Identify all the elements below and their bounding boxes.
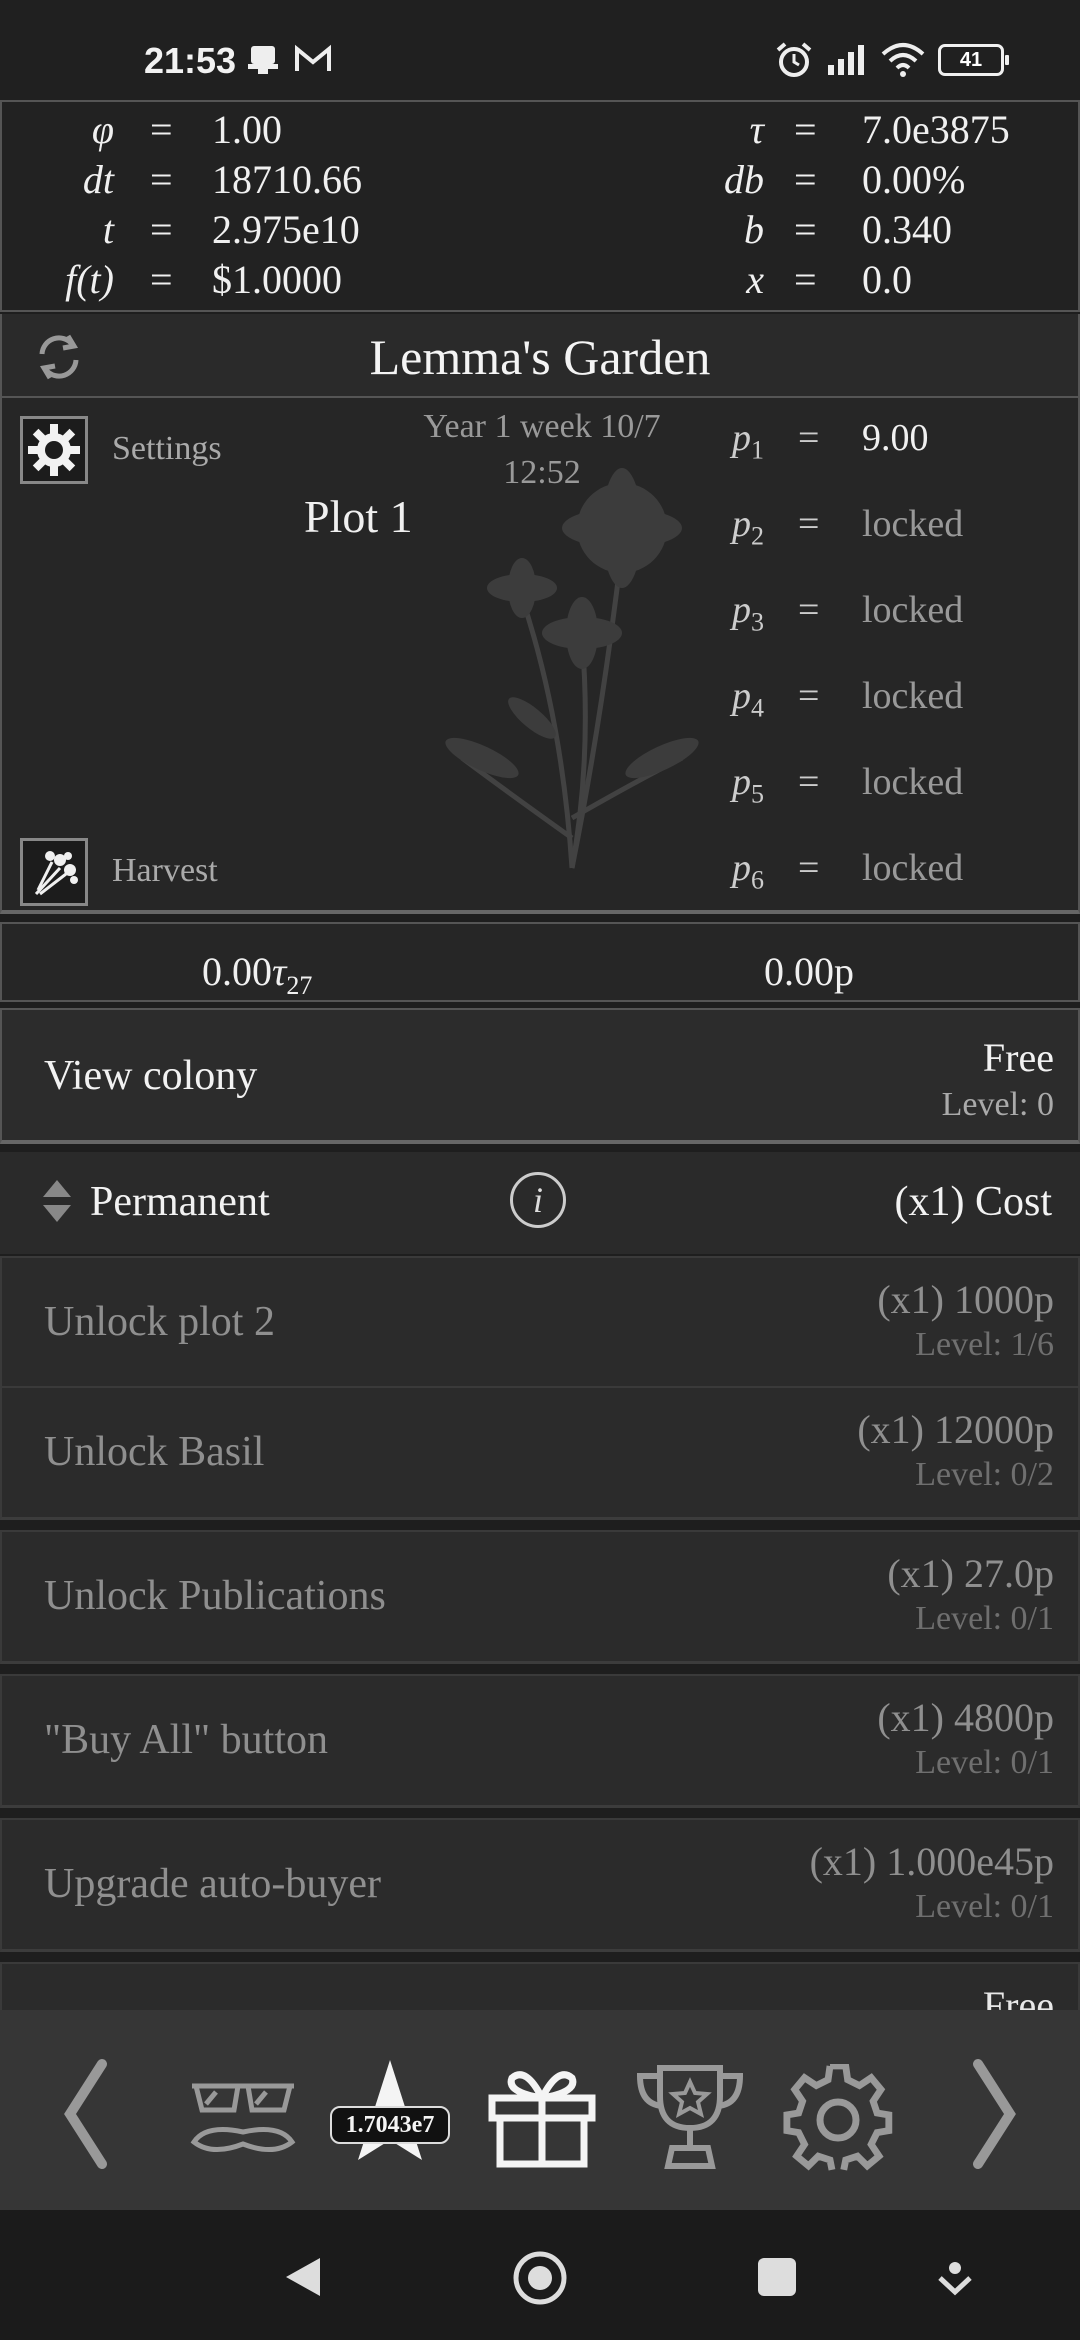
upgrade-row[interactable]: Unlock plot 2 (x1) 1000p Level: 1/6: [0, 1256, 1080, 1390]
upgrade-price: (x1) 4800p: [877, 1695, 1054, 1740]
upgrade-row[interactable]: Unlock Basil (x1) 12000p Level: 0/2: [0, 1386, 1080, 1520]
plot-title: Plot 1: [304, 491, 413, 542]
upgrade-name: Unlock Basil: [44, 1429, 265, 1475]
upgrade-row[interactable]: Upgrade auto-buyer (x1) 1.000e45p Level:…: [0, 1818, 1080, 1952]
upgrade-row[interactable]: Unlock Publications (x1) 27.0p Level: 0/…: [0, 1530, 1080, 1664]
plot-row-p5: p5 = locked: [732, 761, 964, 809]
harvest-bouquet-icon: [34, 851, 78, 896]
status-bar: 21:53 41: [0, 0, 1080, 100]
theory-header: Lemma's Garden: [0, 314, 1080, 398]
harvest-label[interactable]: Harvest: [112, 852, 218, 890]
upgrade-name: "Buy All" button: [44, 1717, 328, 1763]
upgrade-level: Level: 1/6: [915, 1326, 1054, 1363]
back-icon[interactable]: [282, 2254, 324, 2300]
bottom-nav: 1.7043e7: [0, 2010, 1080, 2210]
upgrade-name: Unlock Publications: [44, 1573, 386, 1619]
upgrade-row[interactable]: "Buy All" button (x1) 4800p Level: 0/1: [0, 1674, 1080, 1808]
system-nav-bar: [0, 2210, 1080, 2340]
permanent-label: Permanent: [90, 1179, 270, 1225]
page-title: Lemma's Garden: [369, 329, 711, 385]
plot-row-p2: p2 = locked: [732, 503, 964, 551]
keyboard-hide-icon[interactable]: [936, 2260, 974, 2296]
trophy-icon[interactable]: [634, 2062, 746, 2172]
plot-row-p1: p1 = 9.00: [732, 417, 929, 465]
sort-arrows-icon[interactable]: [40, 1176, 74, 1226]
gmail-icon: [295, 44, 331, 71]
notification-icon: [248, 46, 278, 74]
upgrade-name: Upgrade auto-buyer: [44, 1861, 382, 1907]
info-icon[interactable]: i: [510, 1172, 566, 1228]
settings-label[interactable]: Settings: [112, 430, 222, 468]
gear-icon: [28, 424, 80, 476]
upgrade-price: (x1) 12000p: [857, 1407, 1054, 1452]
upgrade-list: Unlock plot 2 (x1) 1000p Level: 1/6 Unlo…: [0, 1256, 1080, 2014]
upgrade-level: Level: 0/1: [915, 1744, 1054, 1781]
date-line: Year 1 week 10/7: [423, 408, 661, 445]
settings-gear-icon[interactable]: [782, 2064, 894, 2176]
home-icon[interactable]: [512, 2250, 568, 2306]
wifi-icon: [881, 43, 925, 77]
view-colony-label: View colony: [44, 1053, 258, 1099]
status-time: 21:53: [144, 40, 237, 81]
upgrade-level: Level: 0/2: [915, 1456, 1054, 1493]
chevron-right-icon[interactable]: [968, 2058, 1022, 2170]
plot-row-p6: p6 = locked: [732, 847, 964, 895]
flower-illustration: [445, 468, 699, 869]
view-colony-level: Level: 0: [941, 1086, 1054, 1123]
upgrade-price: (x1) 1.000e45p: [809, 1839, 1054, 1884]
tau-currency: 0.00τ27: [202, 949, 313, 1000]
battery-icon: 41: [938, 44, 1009, 76]
view-colony-button[interactable]: View colony Free Level: 0: [0, 1008, 1080, 1144]
disguise-glasses-icon[interactable]: [186, 2072, 300, 2158]
status-right: 41: [774, 40, 1009, 80]
plot-row-p3: p3 = locked: [732, 589, 964, 637]
view-colony-price: Free: [982, 1035, 1054, 1080]
upgrade-price: (x1) 1000p: [877, 1277, 1054, 1322]
alarm-icon: [776, 42, 812, 77]
signal-icon: [828, 45, 864, 75]
permanent-header: Permanent i (x1) Cost: [0, 1152, 1080, 1254]
currency-bar: 0.00τ27 0.00p: [0, 922, 1080, 1002]
plot-row-p4: p4 = locked: [732, 675, 964, 723]
upgrade-level: Level: 0/1: [915, 1600, 1054, 1637]
harvest-button[interactable]: [20, 838, 88, 906]
chevron-left-icon[interactable]: [58, 2058, 112, 2170]
upgrade-name: Unlock plot 2: [44, 1299, 275, 1345]
recents-icon[interactable]: [756, 2256, 798, 2298]
p-currency: 0.00p: [764, 949, 854, 994]
gift-icon[interactable]: [486, 2062, 598, 2170]
upgrade-price: (x1) 27.0p: [887, 1551, 1054, 1596]
cost-header[interactable]: (x1) Cost: [895, 1178, 1053, 1226]
notification-icons: [246, 44, 332, 76]
variables-panel: φ = 1.00 dt = 18710.66 t = 2.975e10 f(t)…: [0, 100, 1080, 312]
star-badge: 1.7043e7: [330, 2106, 450, 2144]
upgrade-level: Level: 0/1: [915, 1888, 1054, 1925]
garden-panel: Settings Year 1 week 10/7 12:52 Plot 1 p…: [0, 398, 1080, 914]
upgrade-row[interactable]: Free: [0, 1962, 1080, 2014]
settings-button[interactable]: [20, 416, 88, 484]
